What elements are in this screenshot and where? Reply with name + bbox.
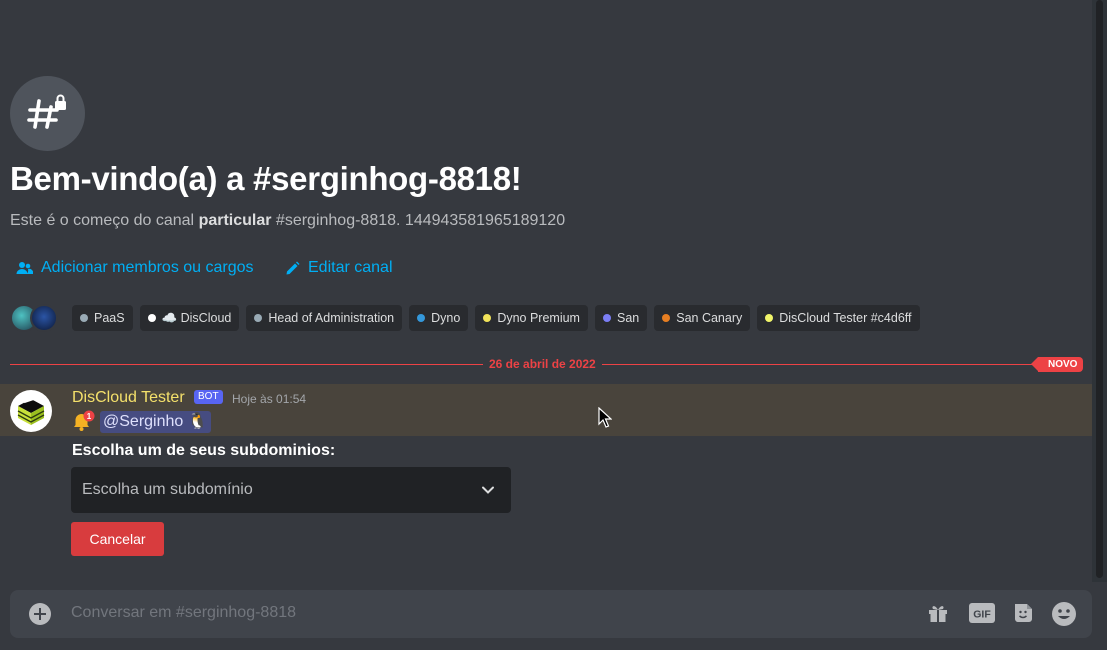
role-color-dot — [147, 314, 156, 322]
emoji-icon[interactable] — [1051, 601, 1077, 627]
role-tag[interactable]: DisCloud Tester #c4d6ff — [757, 305, 920, 331]
role-color-dot — [765, 314, 774, 322]
pencil-icon — [286, 261, 300, 274]
member-avatar[interactable] — [30, 304, 58, 332]
role-name: DisCloud Tester #c4d6ff — [779, 311, 912, 325]
role-tag[interactable]: San — [594, 305, 648, 331]
gif-label: GIF — [973, 609, 991, 621]
gif-icon[interactable]: GIF — [968, 601, 996, 625]
bot-avatar[interactable] — [10, 390, 52, 432]
description-bold: particular — [198, 212, 272, 229]
edit-channel-label: Editar canal — [308, 259, 393, 276]
role-tag[interactable]: Dyno — [409, 305, 469, 331]
private-channel-icon — [10, 76, 85, 151]
role-color-dot — [80, 314, 88, 322]
role-color-dot — [483, 314, 492, 322]
role-tag[interactable]: Dyno Premium — [475, 305, 588, 331]
user-mention[interactable]: @Serginho 🐧 — [100, 411, 211, 433]
role-name: Head of Administration — [268, 311, 395, 325]
message-composer[interactable]: Conversar em #serginhog-8818 GIF — [10, 590, 1092, 638]
role-name: Dyno Premium — [497, 311, 580, 325]
chevron-down-icon — [482, 486, 494, 494]
channel-members-roles: PaaS ☁️ DisCloud Head of Administration … — [10, 304, 927, 332]
description-prefix: Este é o começo do canal — [10, 212, 199, 229]
subdomain-select[interactable]: Escolha um subdomínio — [71, 467, 511, 513]
edit-channel-button[interactable]: Editar canal — [285, 259, 393, 277]
scrollbar-thumb[interactable] — [1096, 0, 1103, 578]
role-name: San Canary — [676, 311, 743, 325]
embed-label: Escolha um de seus subdominios: — [72, 442, 336, 459]
role-color-dot — [417, 314, 426, 322]
bell-icon: 1 — [74, 410, 95, 431]
description-suffix: #serginhog-8818. 144943581965189120 — [271, 212, 566, 229]
message-author[interactable]: DisCloud Tester — [72, 389, 185, 407]
role-tag[interactable]: Head of Administration — [246, 305, 403, 331]
role-tag[interactable]: PaaS — [72, 305, 133, 331]
member-avatars — [10, 304, 58, 332]
divider-date: 26 de abril de 2022 — [483, 357, 602, 371]
role-name: ☁️ DisCloud — [161, 310, 232, 325]
add-people-icon — [16, 262, 33, 274]
composer-placeholder: Conversar em #serginhog-8818 — [71, 604, 297, 621]
role-name: San — [616, 311, 640, 325]
gift-icon[interactable] — [926, 601, 950, 625]
bell-badge-count: 1 — [87, 412, 92, 421]
attach-plus-button[interactable] — [29, 603, 51, 625]
channel-welcome-title: Bem-vindo(a) a #serginhog-8818! — [10, 160, 522, 197]
new-badge: NOVO — [1030, 357, 1084, 372]
select-placeholder: Escolha um subdomínio — [82, 481, 253, 498]
role-color-dot — [602, 314, 611, 322]
role-tag[interactable]: ☁️ DisCloud — [139, 305, 240, 331]
role-color-dot — [662, 314, 671, 322]
message-timestamp: Hoje às 01:54 — [232, 392, 307, 406]
add-members-button[interactable]: Adicionar membros ou cargos — [16, 259, 254, 277]
sticker-icon[interactable] — [1011, 601, 1035, 625]
bot-tag: BOT — [194, 390, 223, 404]
role-tag[interactable]: San Canary — [654, 305, 751, 331]
role-name: Dyno — [431, 311, 461, 325]
cancel-button[interactable]: Cancelar — [71, 522, 164, 556]
hashtag-lock-icon — [27, 94, 66, 129]
role-color-dot — [254, 314, 263, 322]
channel-welcome-description: Este é o começo do canal particular #ser… — [10, 212, 565, 230]
add-members-label: Adicionar membros ou cargos — [41, 259, 254, 276]
mouse-cursor-icon — [598, 407, 612, 428]
role-name: PaaS — [94, 311, 125, 325]
